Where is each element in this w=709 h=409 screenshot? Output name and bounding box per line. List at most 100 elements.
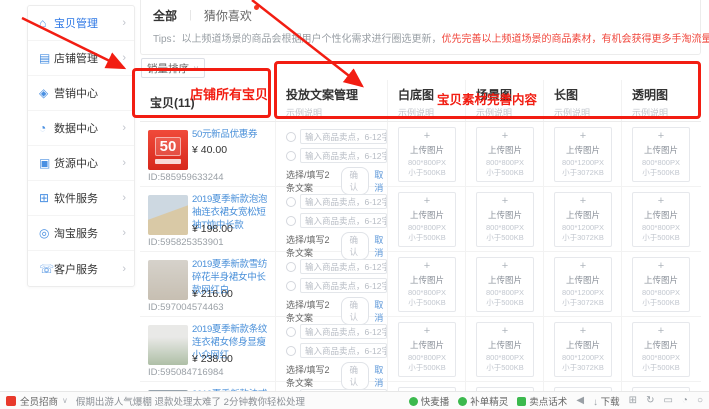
copy-checkbox[interactable]	[286, 346, 296, 356]
plus-icon: +	[580, 131, 586, 142]
coupon-band	[155, 159, 181, 164]
table-row: 2019夏季新款泡泡袖连衣裙女宽松短袖T恤中长款 ¥ 198.00 ID:595…	[140, 187, 701, 252]
marketing-icon: ◈	[39, 86, 54, 100]
upload-long-button[interactable]: + 上传图片 800*1200PX小于3072KB	[554, 257, 612, 312]
chevron-right-icon: ›	[122, 52, 126, 64]
example-note[interactable]: 示例说明	[554, 106, 621, 119]
product-image[interactable]	[148, 195, 188, 235]
example-note[interactable]: 示例说明	[632, 106, 700, 119]
apps-grid-icon[interactable]: ⊞	[629, 395, 637, 406]
download-button[interactable]: ↓ 下载	[593, 394, 620, 408]
sidebar-item-supply-center[interactable]: ▣ 货源中心 ›	[28, 146, 134, 181]
channel-tabs: 全部 | 猜你喜欢	[141, 0, 700, 26]
copy-input[interactable]: 输入商品卖点，6-12字	[300, 129, 387, 144]
upload-transparent-button[interactable]: + 上传图片 800*800PX小于500KB	[632, 192, 690, 247]
supply-center-icon: ▣	[39, 156, 54, 170]
product-title-link[interactable]: 50元新品优惠券	[192, 129, 272, 142]
upload-scene-button[interactable]: + 上传图片 800*800PX小于500KB	[476, 322, 534, 377]
plus-icon: +	[580, 196, 586, 207]
copy-checkbox[interactable]	[286, 262, 296, 272]
refresh-icon[interactable]: ↻	[646, 395, 654, 406]
sidebar-item-software-service[interactable]: ⊞ 软件服务 ›	[28, 181, 134, 216]
sidebar-item-shop-manage[interactable]: ▤ 店铺管理 ›	[28, 41, 134, 76]
copy-checkbox[interactable]	[286, 327, 296, 337]
table-row: 50 50元新品优惠券 ¥ 40.00 ID:585959633244 输入商品…	[140, 122, 701, 187]
upload-scene-button[interactable]: + 上传图片 800*800PX小于500KB	[476, 257, 534, 312]
material-table: 宝贝(11) 投放文案管理 示例说明 白底图 示例说明 场景图 示例说明 长图 …	[140, 80, 701, 409]
product-cell: 50 50元新品优惠券 ¥ 40.00 ID:585959633244	[140, 122, 275, 186]
sidebar-item-label: 淘宝服务	[54, 225, 122, 241]
tab-guess-you-like[interactable]: 猜你喜欢	[204, 7, 252, 24]
copy-cell: 输入商品卖点，6-12字 输入商品卖点，6-12字 选择/填写2条文案 确认 取…	[275, 252, 387, 316]
product-image[interactable]	[148, 260, 188, 300]
promo-link[interactable]: 全员招商	[20, 394, 58, 408]
footer-item-kuaimaibo[interactable]: 快麦播	[409, 394, 450, 408]
copy-input[interactable]: 输入商品卖点，6-12字	[300, 213, 387, 228]
chevron-right-icon: ›	[122, 192, 126, 204]
annotation-text-material: 宝贝素材完善内容	[437, 89, 537, 108]
copy-checkbox[interactable]	[286, 151, 296, 161]
copy-input[interactable]: 输入商品卖点，6-12字	[300, 194, 387, 209]
upload-transparent-button[interactable]: + 上传图片 800*800PX小于500KB	[632, 127, 690, 182]
taobao-service-icon: ◎	[39, 226, 54, 240]
clock-icon[interactable]: ◔	[682, 395, 688, 406]
window-icon[interactable]: ▭	[663, 395, 672, 406]
baby-manage-icon: ⌂	[39, 16, 54, 30]
new-badge-dot	[254, 5, 259, 10]
tab-all[interactable]: 全部	[153, 7, 177, 24]
back-icon[interactable]: ◀	[576, 395, 584, 406]
plus-icon: +	[502, 326, 508, 337]
upload-scene-button[interactable]: + 上传图片 800*800PX小于500KB	[476, 192, 534, 247]
copy-checkbox[interactable]	[286, 197, 296, 207]
copy-checkbox[interactable]	[286, 281, 296, 291]
channel-panel: 全部 | 猜你喜欢 Tips：以上频道场景的商品会根据用户个性化需求进行圈选更新…	[140, 0, 701, 55]
plus-icon: +	[658, 196, 664, 207]
chevron-down-icon[interactable]: ∨	[62, 396, 68, 405]
upload-transparent-button[interactable]: + 上传图片 800*800PX小于500KB	[632, 257, 690, 312]
upload-white-bg-button[interactable]: + 上传图片 800*800PX小于500KB	[398, 322, 456, 377]
upload-white-bg-button[interactable]: + 上传图片 800*800PX小于500KB	[398, 257, 456, 312]
copy-input[interactable]: 输入商品卖点，6-12字	[300, 259, 387, 274]
sidebar-item-baby-manage[interactable]: ⌂ 宝贝管理 ›	[28, 6, 134, 41]
sort-label: 销量排序	[147, 61, 189, 76]
plus-icon: +	[502, 131, 508, 142]
product-image[interactable]: 50	[148, 130, 188, 170]
upload-white-bg-button[interactable]: + 上传图片 800*800PX小于500KB	[398, 192, 456, 247]
copy-checkbox[interactable]	[286, 132, 296, 142]
product-cell: 2019夏季新款泡泡袖连衣裙女宽松短袖T恤中长款 ¥ 198.00 ID:595…	[140, 187, 275, 251]
upload-long-button[interactable]: + 上传图片 800*1200PX小于3072KB	[554, 192, 612, 247]
copy-input[interactable]: 输入商品卖点，6-12字	[300, 324, 387, 339]
sort-select[interactable]: 销量排序 ∨	[141, 58, 205, 78]
upload-white-bg-button[interactable]: + 上传图片 800*800PX小于500KB	[398, 127, 456, 182]
product-cell: 2019夏季新款雪纺碎花半身裙女中长款网红白 ¥ 216.00 ID:59700…	[140, 252, 275, 316]
upload-long-button[interactable]: + 上传图片 800*1200PX小于3072KB	[554, 322, 612, 377]
download-icon: ↓	[593, 397, 598, 408]
sidebar-item-label: 宝贝管理	[54, 15, 122, 31]
footer-item-maidian[interactable]: 卖点话术	[517, 394, 567, 408]
plus-icon: +	[424, 131, 430, 142]
example-note[interactable]: 示例说明	[286, 106, 387, 119]
copy-input[interactable]: 输入商品卖点，6-12字	[300, 343, 387, 358]
sidebar-item-customer-service[interactable]: ☏ 客户服务 ›	[28, 251, 134, 286]
header-copy-manage: 投放文案管理 示例说明	[275, 80, 387, 121]
copy-cell: 输入商品卖点，6-12字 输入商品卖点，6-12字 选择/填写2条文案 确认 取…	[275, 187, 387, 251]
copy-input[interactable]: 输入商品卖点，6-12字	[300, 148, 387, 163]
upload-transparent-button[interactable]: + 上传图片 800*800PX小于500KB	[632, 322, 690, 377]
product-id: ID:585959633244	[148, 172, 224, 183]
product-image[interactable]	[148, 325, 188, 365]
upload-scene-button[interactable]: + 上传图片 800*800PX小于500KB	[476, 127, 534, 182]
sidebar-item-marketing-center[interactable]: ◈ 营销中心	[28, 76, 134, 111]
plus-icon: +	[580, 261, 586, 272]
footer-item-budan[interactable]: 补单精灵	[458, 394, 508, 408]
circle-icon[interactable]: ○	[697, 395, 703, 406]
chevron-down-icon: ∨	[193, 64, 199, 73]
upload-long-button[interactable]: + 上传图片 800*1200PX小于3072KB	[554, 127, 612, 182]
news-ticker[interactable]: 假期出游人气爆棚 退款处理太难了 2分钟教你轻松处理	[76, 394, 409, 408]
sidebar-item-taobao-service[interactable]: ◎ 淘宝服务 ›	[28, 216, 134, 251]
sidebar-item-data-center[interactable]: ◔ 数据中心 ›	[28, 111, 134, 146]
copy-input[interactable]: 输入商品卖点，6-12字	[300, 278, 387, 293]
copy-checkbox[interactable]	[286, 216, 296, 226]
data-center-icon: ◔	[39, 121, 54, 135]
sidebar-item-label: 店铺管理	[54, 50, 122, 66]
product-id: ID:597004574463	[148, 302, 224, 313]
